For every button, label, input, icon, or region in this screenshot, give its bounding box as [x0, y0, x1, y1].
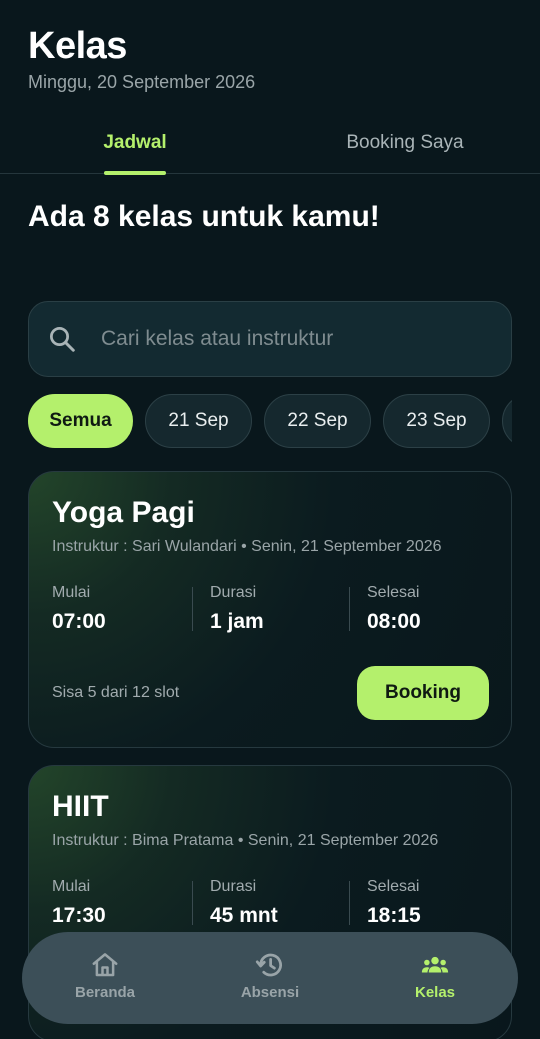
class-start: Mulai 17:30 — [52, 878, 106, 927]
search-icon — [50, 327, 75, 352]
end-label: Selesai — [367, 878, 420, 895]
class-end: Selesai 18:15 — [367, 878, 421, 927]
home-icon — [92, 953, 118, 977]
remaining-slots: Sisa 5 dari 12 slot — [52, 684, 180, 701]
page-title: Kelas — [28, 25, 127, 67]
meta-divider — [192, 881, 193, 925]
duration-value: 45 mnt — [210, 904, 278, 927]
class-title: Yoga Pagi — [52, 496, 195, 529]
start-value: 07:00 — [52, 610, 106, 633]
end-value: 08:00 — [367, 610, 421, 633]
search-input[interactable]: Cari kelas atau instruktur — [28, 301, 512, 377]
filter-chip-21-sep[interactable]: 21 Sep — [145, 394, 252, 448]
history-icon — [255, 953, 282, 977]
start-label: Mulai — [52, 584, 91, 601]
active-tab-indicator — [104, 171, 166, 175]
bottom-navigation: Beranda Absensi Kelas — [22, 932, 518, 1024]
class-card[interactable]: Yoga Pagi Instruktur : Sari Wulandari • … — [28, 471, 512, 748]
class-end: Selesai 08:00 — [367, 584, 421, 633]
nav-label: Absensi — [240, 984, 300, 1001]
filter-chip-23-sep[interactable]: 23 Sep — [383, 394, 490, 448]
filter-chip-next[interactable] — [502, 394, 512, 448]
start-value: 17:30 — [52, 904, 106, 927]
search-placeholder: Cari kelas atau instruktur — [101, 327, 334, 350]
meta-divider — [349, 587, 350, 631]
start-label: Mulai — [52, 878, 91, 895]
nav-label: Beranda — [74, 984, 136, 1001]
end-label: Selesai — [367, 584, 420, 601]
class-instructor-date: Instruktur : Sari Wulandari • Senin, 21 … — [52, 538, 442, 555]
nav-item-kelas[interactable]: Kelas — [375, 950, 495, 1001]
class-duration: Durasi 45 mnt — [210, 878, 278, 927]
duration-label: Durasi — [210, 878, 257, 895]
nav-item-absensi[interactable]: Absensi — [210, 950, 330, 1001]
classes-count-headline: Ada 8 kelas untuk kamu! — [28, 200, 380, 233]
meta-divider — [349, 881, 350, 925]
meta-divider — [192, 587, 193, 631]
filter-chip-22-sep[interactable]: 22 Sep — [264, 394, 371, 448]
tab-bar: Jadwal Booking Saya — [0, 112, 540, 175]
end-value: 18:15 — [367, 904, 421, 927]
nav-item-beranda[interactable]: Beranda — [45, 950, 165, 1001]
tab-jadwal[interactable]: Jadwal — [0, 112, 270, 174]
duration-value: 1 jam — [210, 610, 264, 633]
class-instructor-date: Instruktur : Bima Pratama • Senin, 21 Se… — [52, 832, 439, 849]
duration-label: Durasi — [210, 584, 257, 601]
class-start: Mulai 07:00 — [52, 584, 106, 633]
tab-booking-saya[interactable]: Booking Saya — [270, 112, 540, 174]
page-header: Kelas Minggu, 20 September 2026 — [28, 24, 255, 93]
class-duration: Durasi 1 jam — [210, 584, 264, 633]
class-title: HIIT — [52, 790, 109, 823]
nav-label: Kelas — [414, 984, 456, 1001]
filter-chip-semua[interactable]: Semua — [28, 394, 133, 448]
page-date: Minggu, 20 September 2026 — [28, 72, 256, 92]
booking-button[interactable]: Booking — [357, 666, 489, 720]
date-filter-chips: Semua 21 Sep 22 Sep 23 Sep — [28, 394, 512, 450]
group-icon — [421, 956, 449, 973]
